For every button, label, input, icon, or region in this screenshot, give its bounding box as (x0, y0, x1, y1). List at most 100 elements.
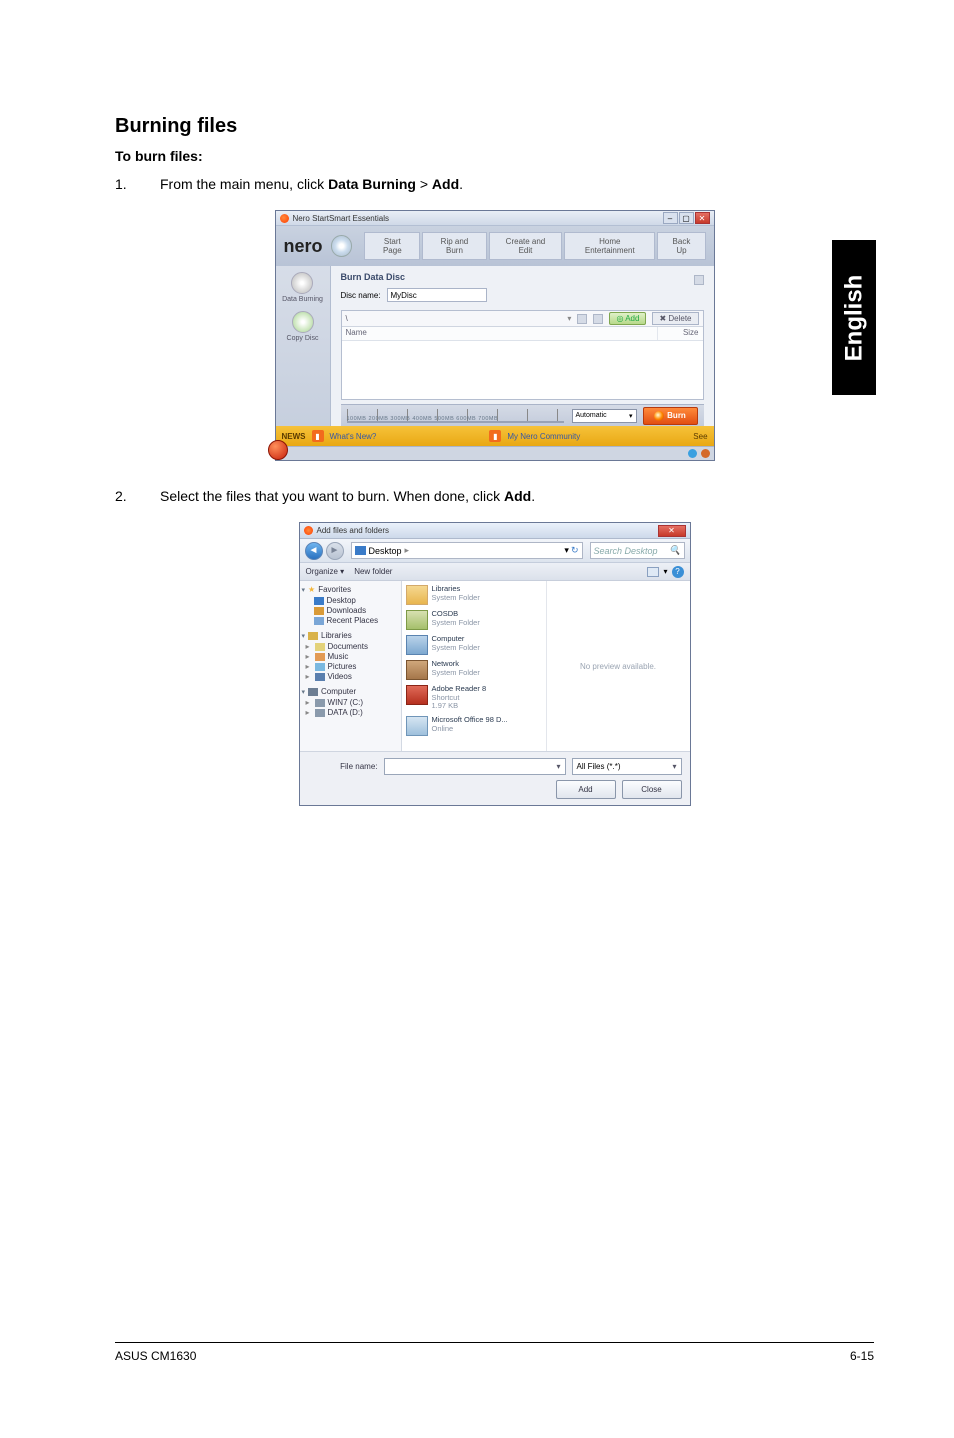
nero-news-bar: NEWS ▮ What's New? ▮ My Nero Community S… (276, 426, 714, 446)
refresh-icon[interactable]: ↻ (571, 545, 579, 556)
copy-disc-icon (292, 311, 314, 333)
dialog-close-button-footer[interactable]: Close (622, 780, 682, 799)
group-libraries[interactable]: Libraries (302, 631, 399, 640)
dialog-titlebar: Add files and folders ✕ (300, 523, 690, 539)
rss-icon-2[interactable]: ▮ (489, 430, 501, 442)
column-size[interactable]: Size (658, 327, 703, 340)
desktop-icon (355, 546, 366, 555)
side-pictures[interactable]: ▸Pictures (302, 662, 399, 671)
screenshot-nero-wrap: Nero StartSmart Essentials – ▢ ✕ nero St… (115, 210, 874, 461)
view-mode-button[interactable] (647, 567, 659, 577)
tab-create-and-edit[interactable]: Create and Edit (489, 232, 562, 260)
capacity-bar: Automatic▾ Burn (341, 404, 704, 426)
side-videos-label: Videos (328, 672, 352, 681)
group-favorites[interactable]: ★Favorites (302, 585, 399, 594)
computer-label: Computer (321, 687, 356, 696)
drive-d-icon (315, 709, 325, 717)
file-network-icon (406, 660, 428, 680)
file-computer[interactable]: ComputerSystem Folder (406, 635, 542, 655)
sidebar-copy-disc[interactable]: Copy Disc (287, 311, 319, 342)
dialog-navbar: ◄ ► Desktop ▸ ▾ ↻ Search Desktop 🔍 (300, 539, 690, 563)
file-libraries-sub: System Folder (432, 594, 480, 603)
breadcrumb[interactable]: Desktop ▸ ▾ ↻ (351, 542, 583, 559)
disc-name-input[interactable]: MyDisc (387, 288, 487, 302)
file-libraries-icon (406, 585, 428, 605)
view-icon[interactable] (593, 314, 603, 324)
dialog-sidebar: ★Favorites Desktop Downloads Recent Plac… (300, 581, 402, 751)
up-icon[interactable] (577, 314, 587, 324)
file-network-sub: System Folder (432, 669, 480, 678)
side-documents-label: Documents (328, 642, 368, 651)
search-input[interactable]: Search Desktop 🔍 (590, 542, 685, 559)
expand-icon[interactable] (694, 275, 704, 285)
tab-home-entertainment[interactable]: Home Entertainment (564, 232, 655, 260)
minimize-button[interactable]: – (663, 212, 678, 224)
file-cosdb-icon (406, 610, 428, 630)
search-placeholder: Search Desktop (594, 546, 658, 556)
side-videos[interactable]: ▸Videos (302, 672, 399, 681)
side-pictures-label: Pictures (328, 662, 357, 671)
news-label: NEWS (282, 432, 306, 441)
rss-icon[interactable]: ▮ (312, 430, 324, 442)
news-link-community[interactable]: My Nero Community (507, 432, 580, 441)
status-dot-orange (701, 449, 710, 458)
tab-rip-and-burn[interactable]: Rip and Burn (422, 232, 487, 260)
subsection-title: To burn files: (115, 148, 874, 164)
news-link-whats-new[interactable]: What's New? (330, 432, 377, 441)
maximize-button[interactable]: ▢ (679, 212, 694, 224)
sidebar-data-burning[interactable]: Data Burning (282, 272, 323, 303)
view-dropdown-icon[interactable]: ▾ (663, 567, 667, 576)
side-documents[interactable]: ▸Documents (302, 642, 399, 651)
side-desktop[interactable]: Desktop (302, 596, 399, 605)
disc-type-select[interactable]: Automatic▾ (572, 409, 637, 423)
nero-titlebar: Nero StartSmart Essentials – ▢ ✕ (276, 211, 714, 226)
downloads-icon (314, 607, 324, 615)
breadcrumb-arrow-icon: ▸ (405, 545, 410, 556)
tab-back-up[interactable]: Back Up (657, 232, 705, 260)
close-button[interactable]: ✕ (695, 212, 710, 224)
step-1-text-c: > (416, 176, 432, 192)
file-cosdb[interactable]: COSDBSystem Folder (406, 610, 542, 630)
add-button[interactable]: ◎ Add (609, 312, 646, 325)
organize-button[interactable]: Organize ▾ (306, 567, 345, 576)
news-see-link[interactable]: See (693, 432, 707, 441)
side-recent-label: Recent Places (327, 616, 379, 625)
file-network[interactable]: NetworkSystem Folder (406, 660, 542, 680)
nav-back-button[interactable]: ◄ (305, 542, 323, 560)
music-icon (315, 653, 325, 661)
file-ms-office[interactable]: Microsoft Office 98 D...Online (406, 716, 542, 736)
computer-icon (308, 688, 318, 696)
side-recent[interactable]: Recent Places (302, 616, 399, 625)
step-1-number: 1. (115, 174, 160, 195)
filetype-select[interactable]: All Files (*.*)▾ (572, 758, 682, 775)
file-adobe-reader[interactable]: Adobe Reader 8Shortcut1.97 KB (406, 685, 542, 711)
nero-main: Burn Data Disc Disc name: MyDisc \ ▾ (331, 266, 714, 426)
group-computer[interactable]: Computer (302, 687, 399, 696)
column-name[interactable]: Name (342, 327, 658, 340)
dialog-close-button[interactable]: ✕ (658, 525, 686, 537)
side-drive-d[interactable]: ▸DATA (D:) (302, 708, 399, 717)
videos-icon (315, 673, 325, 681)
side-drive-c[interactable]: ▸WIN7 (C:) (302, 698, 399, 707)
new-folder-button[interactable]: New folder (354, 567, 392, 576)
nav-forward-button[interactable]: ► (326, 542, 344, 560)
side-downloads[interactable]: Downloads (302, 606, 399, 615)
tab-start-page[interactable]: Start Page (364, 232, 420, 260)
delete-button[interactable]: ✖ Delete (652, 312, 698, 325)
history-dropdown[interactable]: ▾ (567, 314, 571, 323)
dialog-add-button[interactable]: Add (556, 780, 616, 799)
nero-orb-icon (268, 440, 288, 460)
disc-icon (331, 235, 353, 257)
breadcrumb-dropdown-icon[interactable]: ▾ (564, 545, 569, 556)
nero-window: Nero StartSmart Essentials – ▢ ✕ nero St… (275, 210, 715, 461)
filename-input[interactable]: ▾ (384, 758, 566, 775)
delete-button-label: Delete (668, 314, 691, 323)
add-button-label: Add (625, 314, 639, 323)
side-music[interactable]: ▸Music (302, 652, 399, 661)
help-icon[interactable]: ? (672, 566, 684, 578)
file-libraries[interactable]: LibrariesSystem Folder (406, 585, 542, 605)
burn-button[interactable]: Burn (643, 407, 698, 425)
search-icon: 🔍 (669, 545, 680, 556)
file-list-area: \ ▾ ◎ Add ✖ Delete Name Size (341, 310, 704, 400)
disc-type-value: Automatic (576, 412, 607, 419)
